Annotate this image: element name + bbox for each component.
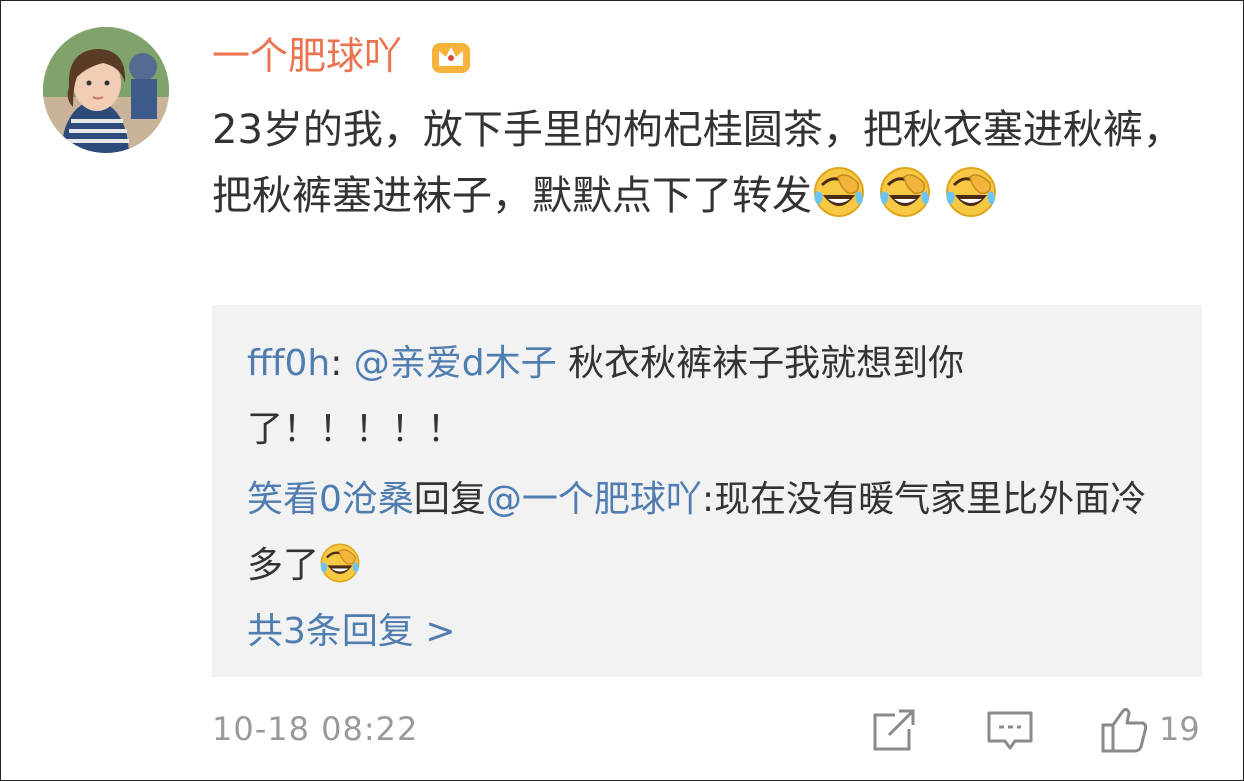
reply-item[interactable]: fff0h: @亲爱d木子 秋衣秋裤袜子我就想到你了！！！！！	[247, 331, 1177, 463]
reply-label: 回复	[413, 479, 486, 520]
like-count: 19	[1159, 710, 1200, 748]
comment-card: 一个肥球吖 23岁的我，放下手里的枸杞桂圆茶，把秋衣塞进秋裤，把秋裤塞进袜子，默…	[0, 0, 1244, 781]
crown-icon	[432, 43, 470, 73]
laughing-crying-emoji-icon	[946, 167, 996, 217]
laughing-crying-emoji-icon	[320, 543, 360, 583]
comment-body: 23岁的我，放下手里的枸杞桂圆茶，把秋衣塞进秋裤，把秋裤塞进袜子，默默点下了转发	[212, 107, 1183, 219]
reply-box: fff0h: @亲爱d木子 秋衣秋裤袜子我就想到你了！！！！！ 笑看0沧桑回复@…	[212, 305, 1202, 677]
reply-mention[interactable]: @一个肥球吖	[486, 479, 702, 520]
laughing-crying-emoji-icon	[880, 167, 930, 217]
avatar[interactable]	[43, 27, 169, 153]
reply-item[interactable]: 笑看0沧桑回复@一个肥球吖:现在没有暖气家里比外面冷多了	[247, 467, 1177, 599]
avatar-photo	[43, 27, 169, 153]
like-thumb-icon[interactable]	[1097, 701, 1151, 757]
comment-icon[interactable]	[983, 701, 1037, 757]
more-replies-link[interactable]: 共3条回复 >	[247, 599, 456, 665]
username[interactable]: 一个肥球吖	[212, 31, 402, 81]
reply-mention[interactable]: @亲爱d木子	[354, 343, 557, 384]
reply-separator: :	[330, 343, 354, 384]
reply-author[interactable]: 笑看0沧桑	[247, 479, 414, 520]
comment-text: 23岁的我，放下手里的枸杞桂圆茶，把秋衣塞进秋裤，把秋裤塞进袜子，默默点下了转发	[212, 97, 1202, 229]
laughing-crying-emoji-icon	[814, 167, 864, 217]
reply-author[interactable]: fff0h	[247, 343, 330, 384]
share-icon[interactable]	[867, 701, 921, 757]
timestamp: 10-18 08:22	[212, 710, 419, 748]
